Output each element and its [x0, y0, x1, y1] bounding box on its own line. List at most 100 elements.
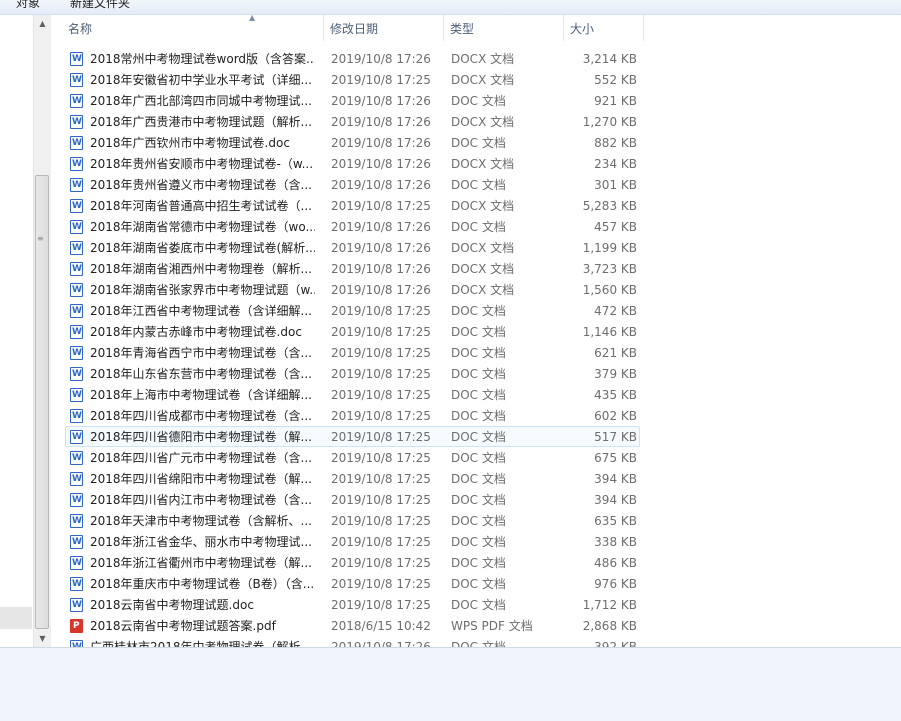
file-date: 2019/10/8 17:26	[331, 178, 431, 192]
file-row[interactable]: 2018年湖南省湘西州中考物理卷（解析... 2019/10/8 17:26 DOC…	[65, 258, 640, 279]
file-row[interactable]: 2018年贵州省遵义市中考物理试卷（含... 2019/10/8 17:26 DOC…	[65, 174, 640, 195]
file-type: DOCX 文档	[451, 157, 515, 171]
file-size: 976 KB	[594, 577, 637, 591]
file-row[interactable]: 2018年重庆市中考物理试卷（B卷）（含... 2019/10/8 17:25 DO…	[65, 573, 640, 594]
file-date: 2019/10/8 17:26	[331, 241, 431, 255]
file-name: 2018年浙江省金华、丽水市中考物理试...	[90, 535, 312, 549]
command-bar: 対象 新建文件夹	[0, 0, 901, 15]
word-doc-icon	[70, 283, 83, 297]
new-folder-button[interactable]: 新建文件夹	[70, 0, 130, 11]
word-doc-icon	[70, 493, 83, 507]
file-type: DOC 文档	[451, 304, 506, 318]
file-name: 2018年青海省西宁市中考物理试卷（含...	[90, 346, 312, 360]
file-name: 2018年湖南省湘西州中考物理卷（解析...	[90, 262, 312, 276]
file-row[interactable]: 2018年四川省成都市中考物理试卷（含... 2019/10/8 17:25 DOC…	[65, 405, 640, 426]
file-size: 602 KB	[594, 409, 637, 423]
file-row[interactable]: 2018年四川省内江市中考物理试卷（含... 2019/10/8 17:25 DOC…	[65, 489, 640, 510]
file-row[interactable]: 2018年江西省中考物理试卷（含详细解... 2019/10/8 17:25 DOC…	[65, 300, 640, 321]
file-row[interactable]: 2018年浙江省金华、丽水市中考物理试... 2019/10/8 17:25 DOC…	[65, 531, 640, 552]
file-date: 2019/10/8 17:25	[331, 535, 431, 549]
file-row[interactable]: 2018年贵州省安顺市中考物理试卷-（w... 2019/10/8 17:26 DO…	[65, 153, 640, 174]
file-date: 2019/10/8 17:25	[331, 367, 431, 381]
word-doc-icon	[70, 598, 83, 612]
file-row[interactable]: 2018年河南省普通高中招生考试试卷（... 2019/10/8 17:25 DOC…	[65, 195, 640, 216]
file-row[interactable]: 2018年天津市中考物理试卷（含解析、... 2019/10/8 17:25 DOC…	[65, 510, 640, 531]
file-row[interactable]: 2018年湖南省娄底市中考物理试卷(解析... 2019/10/8 17:26 DO…	[65, 237, 640, 258]
word-doc-icon	[70, 157, 83, 171]
file-row[interactable]: 2018年浙江省衢州市中考物理试卷（解... 2019/10/8 17:25 DOC…	[65, 552, 640, 573]
file-row[interactable]: 2018年安徽省初中学业水平考试（详细... 2019/10/8 17:25 DOC…	[65, 69, 640, 90]
file-row[interactable]: 2018年广西钦州市中考物理试卷.doc 2019/10/8 17:26 DOC 文…	[65, 132, 640, 153]
file-row[interactable]: 2018年青海省西宁市中考物理试卷（含... 2019/10/8 17:25 DOC…	[65, 342, 640, 363]
file-name: 2018年浙江省衢州市中考物理试卷（解...	[90, 556, 312, 570]
file-date: 2019/10/8 17:25	[331, 346, 431, 360]
word-doc-icon	[70, 577, 83, 591]
nav-scrollbar[interactable]: ▲ ≡ ▼	[33, 15, 51, 647]
word-doc-icon	[70, 241, 83, 255]
file-name: 2018年四川省绵阳市中考物理试卷（解...	[90, 472, 312, 486]
column-header-name[interactable]: 名称	[62, 15, 324, 41]
file-row[interactable]: 2018云南省中考物理试题答案.pdf 2018/6/15 10:42 WPS PD…	[65, 615, 640, 636]
file-size: 1,270 KB	[582, 115, 637, 129]
file-row[interactable]: 2018年四川省绵阳市中考物理试卷（解... 2019/10/8 17:25 DOC…	[65, 468, 640, 489]
file-size: 486 KB	[594, 556, 637, 570]
file-size: 435 KB	[594, 388, 637, 402]
word-doc-icon	[70, 199, 83, 213]
file-type: DOC 文档	[451, 346, 506, 360]
scroll-up-icon[interactable]: ▲	[34, 15, 51, 32]
file-row[interactable]: 2018年广西贵港市中考物理试题（解析... 2019/10/8 17:26 DOC…	[65, 111, 640, 132]
file-date: 2019/10/8 17:25	[331, 73, 431, 87]
word-doc-icon	[70, 430, 83, 444]
file-row[interactable]: 2018云南省中考物理试题.doc 2019/10/8 17:25 DOC 文档 1,…	[65, 594, 640, 615]
file-type: DOC 文档	[451, 367, 506, 381]
column-header-size[interactable]: 大小	[564, 15, 644, 41]
file-row[interactable]: 2018年广西北部湾四市同城中考物理试... 2019/10/8 17:26 DOC…	[65, 90, 640, 111]
file-size: 621 KB	[594, 346, 637, 360]
file-date: 2019/10/8 17:26	[331, 157, 431, 171]
file-type: DOC 文档	[451, 430, 506, 444]
word-doc-icon	[70, 73, 83, 87]
file-row[interactable]: 2018年湖南省常德市中考物理试卷（wo... 2019/10/8 17:26 DO…	[65, 216, 640, 237]
file-type: DOC 文档	[451, 556, 506, 570]
file-type: DOC 文档	[451, 535, 506, 549]
file-row[interactable]: 2018常州中考物理试卷word版（含答案... 2019/10/8 17:26 D…	[65, 48, 640, 69]
file-row[interactable]: 2018年内蒙古赤峰市中考物理试卷.doc 2019/10/8 17:25 DOC …	[65, 321, 640, 342]
file-type: DOC 文档	[451, 577, 506, 591]
file-row[interactable]: 2018年四川省广元市中考物理试卷（含... 2019/10/8 17:25 DOC…	[65, 447, 640, 468]
file-row[interactable]: 广西桂林市2018年中考物理试卷（解析... 2019/10/8 17:26 DOC…	[65, 636, 640, 647]
file-name: 2018年河南省普通高中招生考试试卷（...	[90, 199, 312, 213]
file-type: DOCX 文档	[451, 115, 515, 129]
file-name: 2018年广西北部湾四市同城中考物理试...	[90, 94, 312, 108]
file-date: 2019/10/8 17:25	[331, 388, 431, 402]
file-row[interactable]: 2018年山东省东营市中考物理试卷（含... 2019/10/8 17:25 DOC…	[65, 363, 640, 384]
file-date: 2019/10/8 17:25	[331, 451, 431, 465]
navigation-pane	[0, 15, 34, 647]
file-size: 635 KB	[594, 514, 637, 528]
column-header-date[interactable]: 修改日期	[324, 15, 444, 41]
file-name: 2018年四川省广元市中考物理试卷（含...	[90, 451, 312, 465]
file-name: 2018年湖南省娄底市中考物理试卷(解析...	[90, 241, 315, 255]
file-size: 338 KB	[594, 535, 637, 549]
file-type: WPS PDF 文档	[451, 619, 533, 633]
file-date: 2019/10/8 17:25	[331, 556, 431, 570]
file-name: 2018年江西省中考物理试卷（含详细解...	[90, 304, 312, 318]
scroll-down-icon[interactable]: ▼	[34, 630, 51, 647]
word-doc-icon	[70, 388, 83, 402]
file-date: 2019/10/8 17:26	[331, 262, 431, 276]
file-name: 2018年重庆市中考物理试卷（B卷）（含...	[90, 577, 315, 591]
nav-selected-item[interactable]	[0, 607, 32, 629]
column-header-type[interactable]: 类型	[444, 15, 564, 41]
file-name: 2018年四川省内江市中考物理试卷（含...	[90, 493, 312, 507]
file-row[interactable]: 2018年四川省德阳市中考物理试卷（解... 2019/10/8 17:25 DOC…	[65, 426, 640, 447]
file-type: DOC 文档	[451, 514, 506, 528]
toolbar-item-1[interactable]: 対象	[16, 0, 40, 11]
file-row[interactable]: 2018年上海市中考物理试卷（含详细解... 2019/10/8 17:25 DOC…	[65, 384, 640, 405]
file-date: 2019/10/8 17:25	[331, 514, 431, 528]
file-size: 457 KB	[594, 220, 637, 234]
scrollbar-thumb[interactable]	[35, 175, 49, 629]
file-size: 234 KB	[594, 157, 637, 171]
word-doc-icon	[70, 451, 83, 465]
word-doc-icon	[70, 178, 83, 192]
file-name: 2018年广西贵港市中考物理试题（解析...	[90, 115, 312, 129]
file-row[interactable]: 2018年湖南省张家界市中考物理试题（w... 2019/10/8 17:26 DO…	[65, 279, 640, 300]
